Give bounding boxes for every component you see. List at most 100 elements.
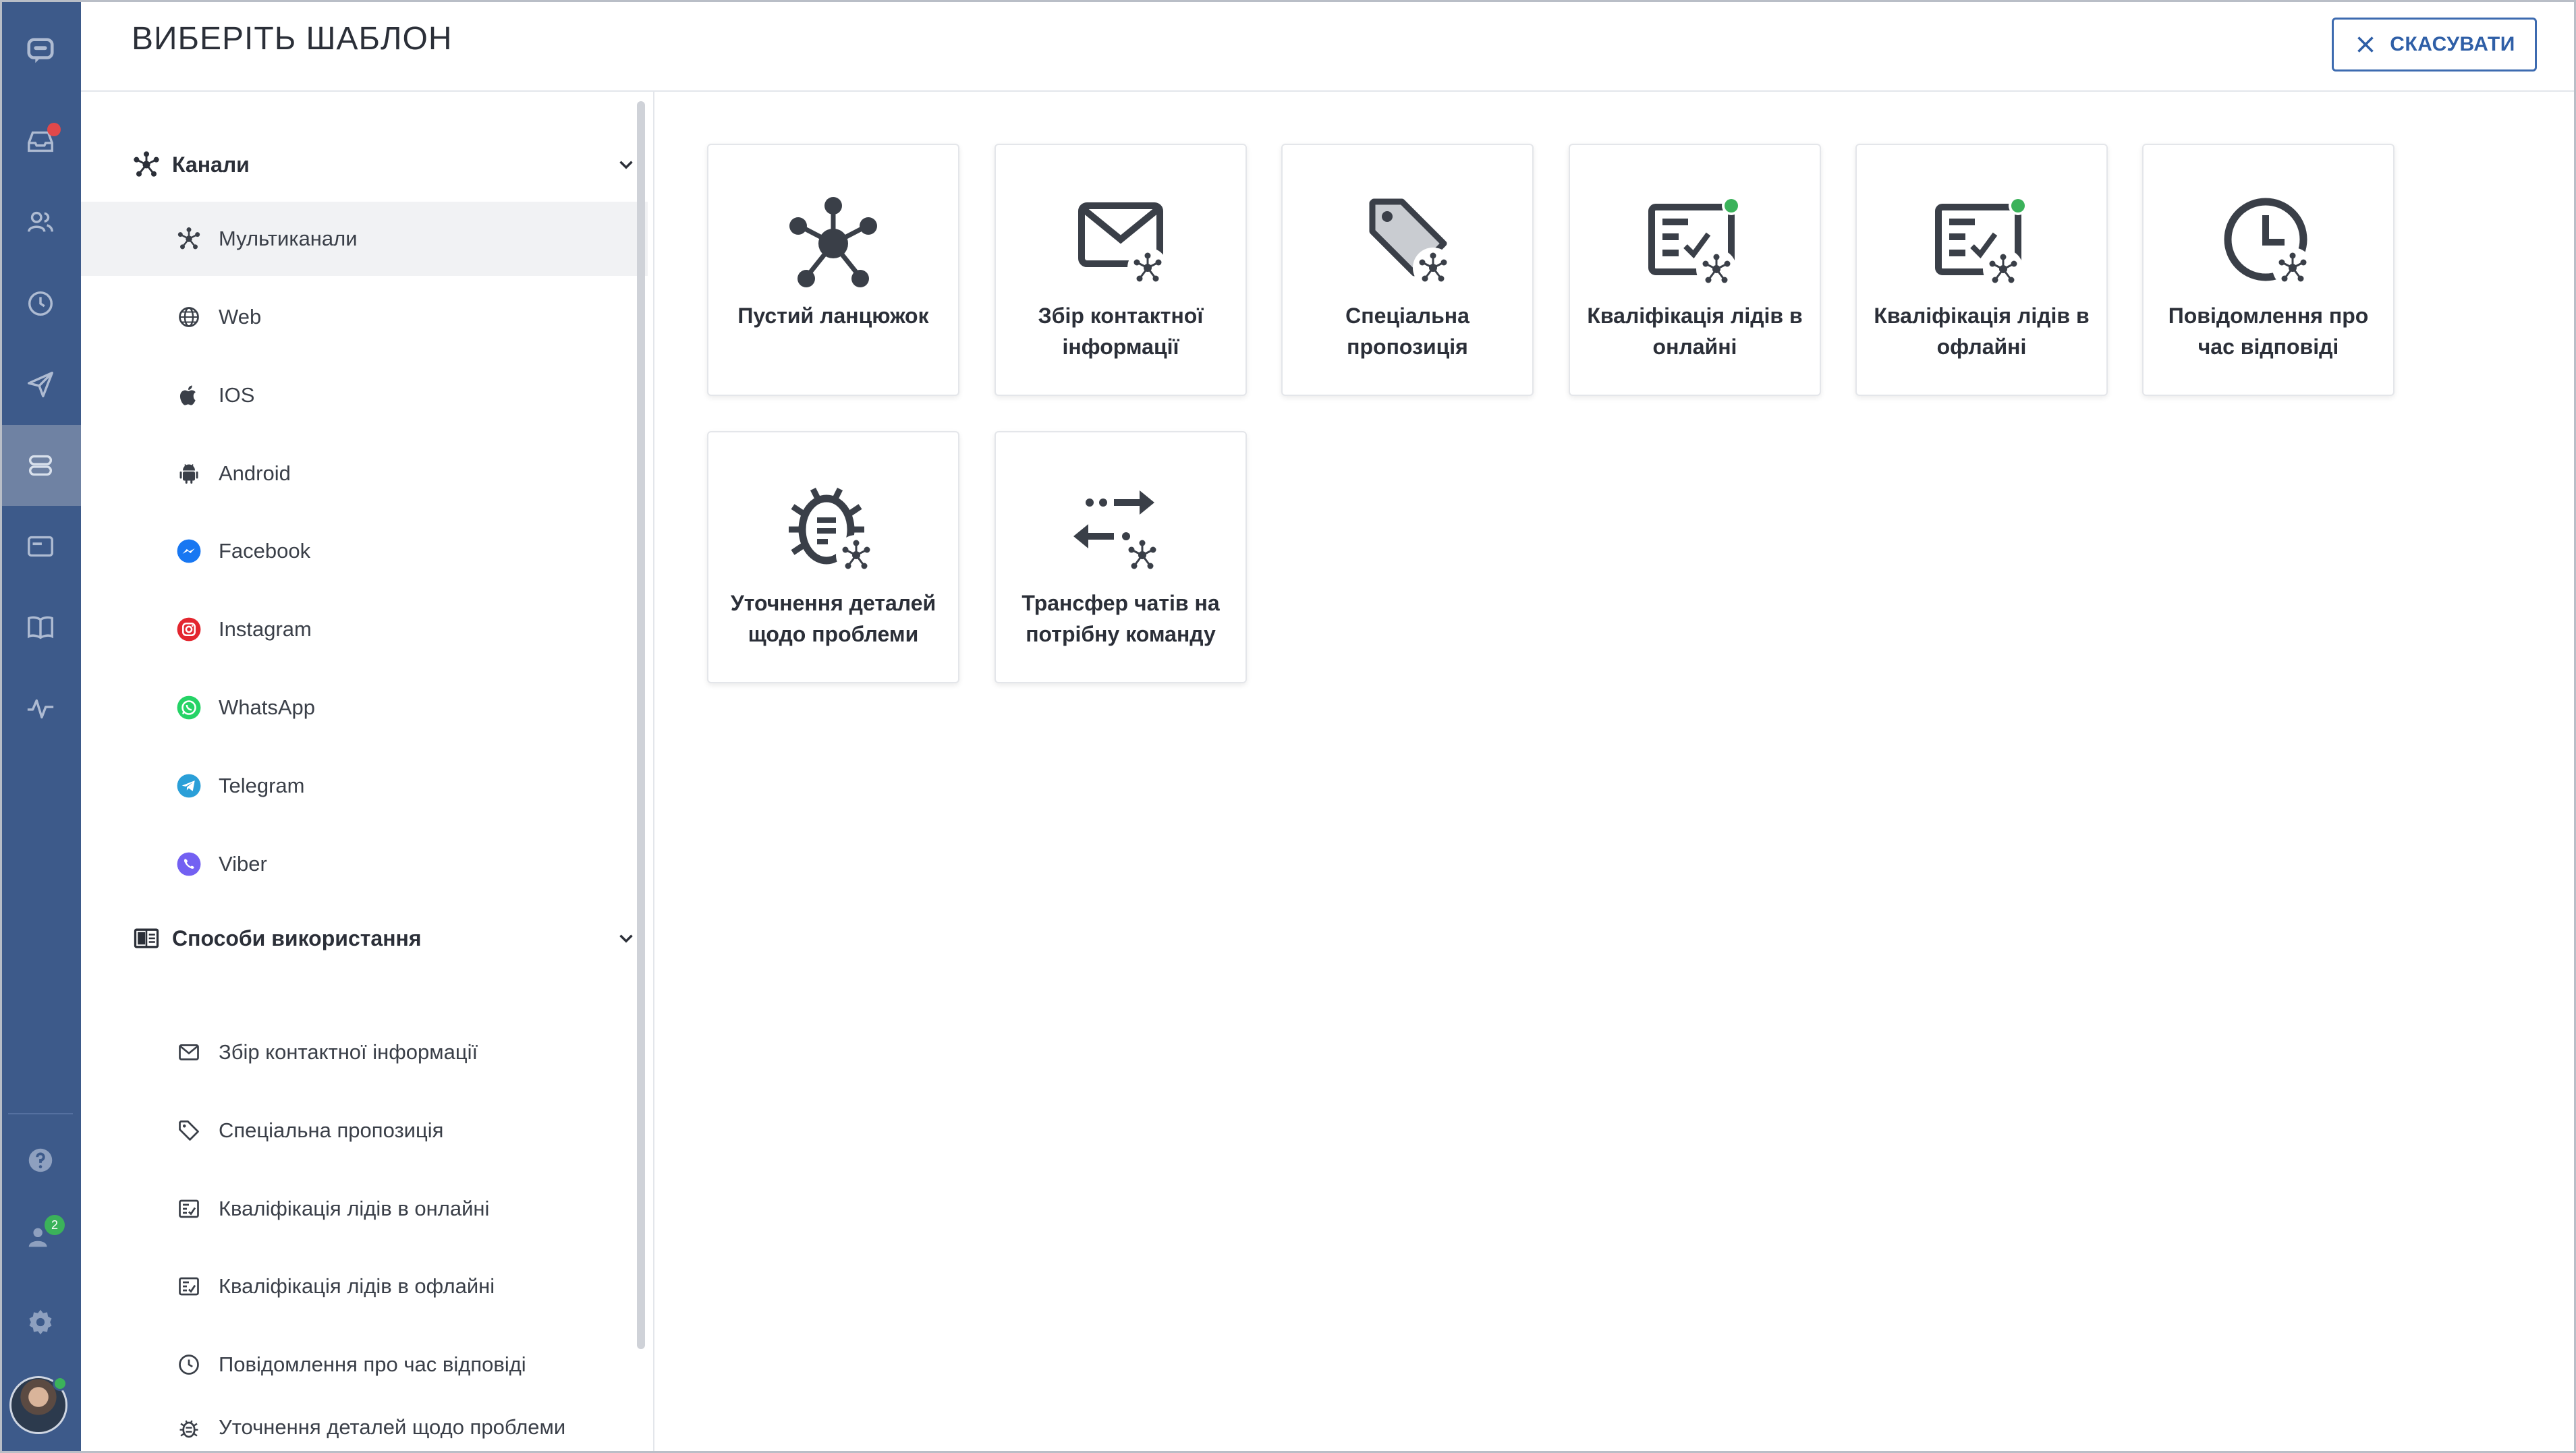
template-card-empty-chain[interactable]: Пустий ланцюжок xyxy=(707,144,959,396)
template-card-label: Збір контактної xyxy=(1038,304,1204,328)
sidebar-item-label: Web xyxy=(219,305,262,329)
sidebar-item-web[interactable]: Web xyxy=(81,280,648,354)
envelope-chain-icon xyxy=(1067,192,1175,293)
online-status-dot xyxy=(53,1376,67,1391)
sidebar-item-android[interactable]: Android xyxy=(81,436,648,511)
sidebar-item-response-time[interactable]: Повідомлення про час відповіді xyxy=(81,1328,648,1402)
clock-chain-icon xyxy=(2214,192,2322,293)
tag-chain-icon xyxy=(1353,192,1461,293)
template-card-problem-details[interactable]: Уточнення деталей щодо проблеми xyxy=(707,431,959,683)
template-card-label: Трансфер чатів на xyxy=(1021,591,1220,615)
sidebar-item-label: IOS xyxy=(219,383,255,407)
chevron-down-icon xyxy=(619,934,633,943)
history-icon[interactable] xyxy=(0,263,81,344)
template-card-lead-offline[interactable]: Кваліфікація лідів в офлайні xyxy=(1855,144,2108,396)
sidebar-item-special-offer[interactable]: Спеціальна пропозиція xyxy=(81,1093,648,1168)
checklist-online-icon xyxy=(1641,192,1749,293)
template-card-label: Повідомлення про xyxy=(2168,304,2369,328)
cancel-button-label: СКАСУВАТИ xyxy=(2390,33,2515,55)
group-channels-header[interactable]: Канали xyxy=(132,144,638,185)
multichannel-icon xyxy=(134,151,159,177)
widget-icon[interactable] xyxy=(0,506,81,587)
template-card-label: інформації xyxy=(1062,335,1179,359)
sidebar-item-label: Telegram xyxy=(219,774,305,797)
sidebar-item-label: Уточнення деталей щодо проблеми xyxy=(219,1415,566,1439)
contacts-icon[interactable] xyxy=(0,182,81,263)
sidebar-item-label: Мультиканали xyxy=(219,227,358,250)
instagram-icon xyxy=(175,616,202,643)
clock-icon xyxy=(175,1351,202,1378)
template-card-label: онлайні xyxy=(1652,335,1737,359)
send-icon[interactable] xyxy=(0,344,81,425)
sidebar-item-problem-details[interactable]: Уточнення деталей щодо проблеми xyxy=(81,1406,648,1453)
sidebar-item-viber[interactable]: Viber xyxy=(81,827,648,901)
sidebar-item-contact-collection[interactable]: Збір контактної інформації xyxy=(81,1015,648,1089)
transfer-chain-icon xyxy=(1067,480,1175,581)
template-card-response-time[interactable]: Повідомлення про час відповіді xyxy=(2142,144,2395,396)
multichannel-icon xyxy=(175,225,202,252)
rail-divider xyxy=(8,1113,73,1114)
page-title: ВИБЕРІТЬ ШАБЛОН xyxy=(132,21,453,57)
sidebar-item-label: Повідомлення про час відповіді xyxy=(219,1352,526,1376)
cancel-button[interactable]: СКАСУВАТИ xyxy=(2332,18,2537,72)
sidebar-item-label: Спеціальна пропозиція xyxy=(219,1118,444,1142)
sidebar-item-label: Instagram xyxy=(219,617,312,641)
close-icon xyxy=(2357,36,2374,53)
checklist-icon xyxy=(175,1195,202,1222)
whatsapp-icon xyxy=(175,694,202,721)
sidebar-item-whatsapp[interactable]: WhatsApp xyxy=(81,671,648,745)
sidebar-item-ios[interactable]: IOS xyxy=(81,358,648,432)
template-card-label: щодо проблеми xyxy=(748,622,919,646)
team-badge: 2 xyxy=(45,1215,65,1235)
template-card-chat-transfer[interactable]: Трансфер чатів на потрібну команду xyxy=(995,431,1247,683)
sidebar-item-label: WhatsApp xyxy=(219,695,316,719)
multichannel-icon xyxy=(779,192,887,293)
globe-icon xyxy=(175,304,202,331)
sidebar-scrollbar[interactable] xyxy=(637,101,645,1349)
template-card-contact-collection[interactable]: Збір контактної інформації xyxy=(995,144,1247,396)
analytics-icon[interactable] xyxy=(0,668,81,749)
unread-dot xyxy=(47,123,61,136)
book-icon xyxy=(134,928,159,948)
group-use-cases-label: Способи використання xyxy=(172,925,422,950)
chat-logo-icon[interactable] xyxy=(0,11,81,92)
apple-icon xyxy=(175,382,202,409)
template-card-label: офлайні xyxy=(1936,335,2027,359)
bot-icon[interactable] xyxy=(0,425,81,506)
template-card-label: Кваліфікація лідів в xyxy=(1587,304,1803,328)
template-card-label: час відповіді xyxy=(2197,335,2339,359)
template-card-label: пропозиція xyxy=(1347,335,1468,359)
template-card-label: потрібну команду xyxy=(1026,622,1216,646)
checklist-offline-icon xyxy=(1928,192,2036,293)
app-rail: 2 xyxy=(0,0,81,1453)
telegram-icon xyxy=(175,772,202,799)
sidebar-item-lead-online[interactable]: Кваліфікація лідів в онлайні xyxy=(81,1172,648,1246)
inbox-icon[interactable] xyxy=(0,101,81,182)
messenger-icon xyxy=(175,538,202,565)
template-card-label: Спеціальна xyxy=(1345,304,1469,328)
chevron-down-icon xyxy=(619,161,633,169)
template-sidebar: Канали Мультиканали Web IOS Android Face… xyxy=(81,92,654,1453)
template-card-special-offer[interactable]: Спеціальна пропозиція xyxy=(1281,144,1534,396)
knowledge-base-icon[interactable] xyxy=(0,587,81,668)
help-icon[interactable] xyxy=(0,1120,81,1201)
sidebar-item-multichannel[interactable]: Мультиканали xyxy=(81,202,648,276)
checklist-icon xyxy=(175,1273,202,1300)
android-icon xyxy=(175,460,202,487)
sidebar-item-facebook[interactable]: Facebook xyxy=(81,514,648,588)
sidebar-item-label: Viber xyxy=(219,852,267,876)
group-use-cases-header[interactable]: Способи використання xyxy=(132,918,638,959)
viber-icon xyxy=(175,851,202,878)
sidebar-item-instagram[interactable]: Instagram xyxy=(81,592,648,666)
template-card-label: Кваліфікація лідів в xyxy=(1874,304,2090,328)
settings-icon[interactable] xyxy=(0,1282,81,1363)
team-icon[interactable]: 2 xyxy=(0,1197,81,1278)
sidebar-item-lead-offline[interactable]: Кваліфікація лідів в офлайні xyxy=(81,1249,648,1323)
template-card-lead-online[interactable]: Кваліфікація лідів в онлайні xyxy=(1569,144,1821,396)
envelope-icon xyxy=(175,1039,202,1066)
group-channels-label: Канали xyxy=(172,152,250,177)
sidebar-item-telegram[interactable]: Telegram xyxy=(81,749,648,823)
sidebar-item-label: Кваліфікація лідів в офлайні xyxy=(219,1274,495,1298)
template-card-label: Уточнення деталей xyxy=(730,591,936,615)
sidebar-item-label: Android xyxy=(219,461,291,485)
